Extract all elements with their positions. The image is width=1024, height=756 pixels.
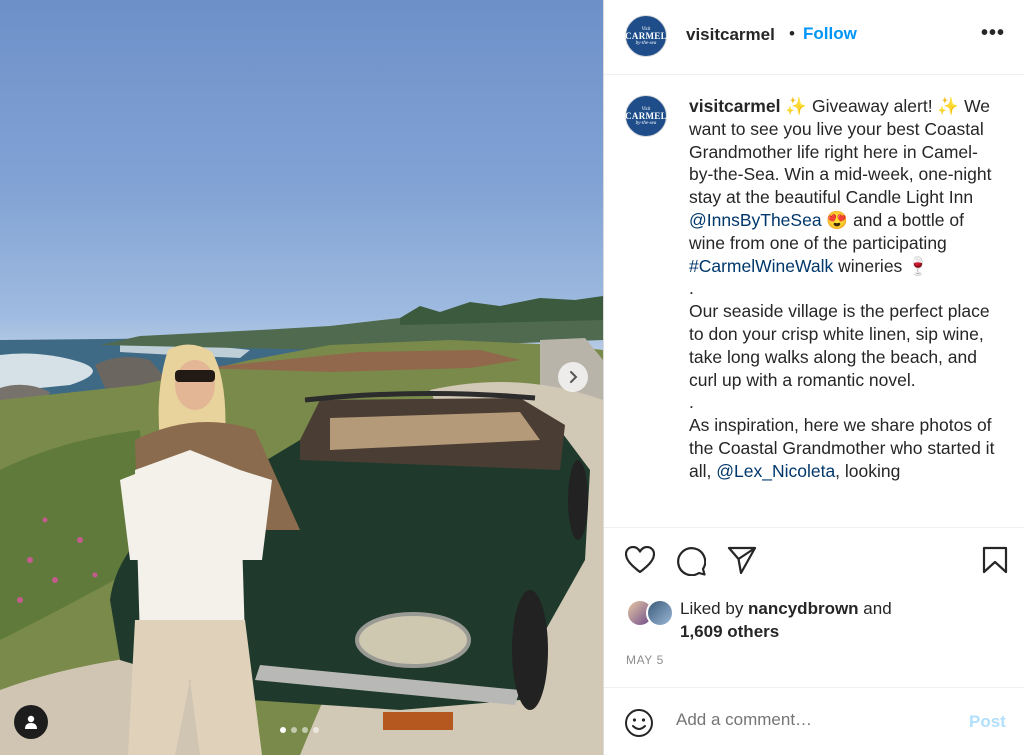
avatar[interactable]: Visit CARMEL by-the-sea xyxy=(625,15,667,57)
save-button[interactable] xyxy=(982,546,1008,579)
post-photo[interactable] xyxy=(0,0,603,755)
caption-username[interactable]: visitcarmel xyxy=(689,96,780,116)
carousel-indicator xyxy=(280,727,319,733)
post-comment-button[interactable]: Post xyxy=(969,712,1006,732)
caption-line: wineries 🍷 xyxy=(833,255,929,276)
caption-divider: . xyxy=(689,392,694,413)
mention-link[interactable]: @InnsByTheSea xyxy=(689,210,822,230)
chevron-right-icon xyxy=(570,371,578,383)
comment-bubble-icon xyxy=(677,547,707,577)
comment-input[interactable] xyxy=(676,710,946,730)
photo-scene xyxy=(0,296,603,755)
caption-line: , looking xyxy=(835,460,901,481)
tagged-users-button[interactable] xyxy=(14,705,48,739)
likes-prefix: Liked by xyxy=(680,599,749,618)
more-options-button[interactable]: ••• xyxy=(981,22,1005,45)
next-photo-button[interactable] xyxy=(558,362,588,392)
caption-section: Visit CARMEL by-the-sea visitcarmel ✨ Gi… xyxy=(604,75,1024,526)
emoji-button[interactable] xyxy=(624,708,654,743)
hashtag-link[interactable]: #CarmelWineWalk xyxy=(689,256,833,276)
post-date[interactable]: MAY 5 xyxy=(626,653,664,667)
liker-username[interactable]: nancydbrown xyxy=(748,599,859,618)
separator-dot: • xyxy=(789,24,795,43)
bookmark-icon xyxy=(982,546,1008,574)
user-tag-icon xyxy=(25,715,37,729)
avatar-text-big: CARMEL xyxy=(625,110,667,121)
caption-divider: . xyxy=(689,278,694,299)
like-button[interactable] xyxy=(624,545,656,579)
carousel-dot xyxy=(302,727,308,733)
liker-avatars xyxy=(626,599,676,627)
post-header: Visit CARMEL by-the-sea visitcarmel • Fo… xyxy=(604,0,1024,75)
avatar-text-big: CARMEL xyxy=(625,30,667,41)
avatar-text-sub: by-the-sea xyxy=(635,120,657,126)
comment-box: Post xyxy=(604,687,1024,756)
likes-count[interactable]: 1,609 others xyxy=(680,622,779,641)
smiley-icon xyxy=(625,709,653,737)
username-link[interactable]: visitcarmel xyxy=(686,25,775,45)
likes-text: Liked by nancydbrown and 1,609 others xyxy=(680,597,980,643)
liker-avatar[interactable] xyxy=(646,599,674,627)
likes-and: and xyxy=(858,599,892,618)
carousel-dot xyxy=(313,727,319,733)
post-side-panel: Visit CARMEL by-the-sea visitcarmel • Fo… xyxy=(603,0,1024,755)
comment-button[interactable] xyxy=(676,546,707,581)
heart-icon xyxy=(624,545,656,574)
action-bar xyxy=(604,527,1024,588)
follow-button[interactable]: Follow xyxy=(803,24,857,44)
caption-text: visitcarmel ✨ Giveaway alert! ✨ We want … xyxy=(689,95,999,483)
carousel-dot xyxy=(291,727,297,733)
paper-plane-icon xyxy=(727,546,757,575)
mention-link[interactable]: @Lex_Nicoleta xyxy=(716,461,835,481)
caption-avatar[interactable]: Visit CARMEL by-the-sea xyxy=(625,95,667,137)
caption-paragraph: Our seaside village is the perfect place… xyxy=(689,301,990,390)
carousel-dot xyxy=(280,727,286,733)
avatar-text-sub: by-the-sea xyxy=(635,40,657,46)
share-button[interactable] xyxy=(727,546,757,579)
